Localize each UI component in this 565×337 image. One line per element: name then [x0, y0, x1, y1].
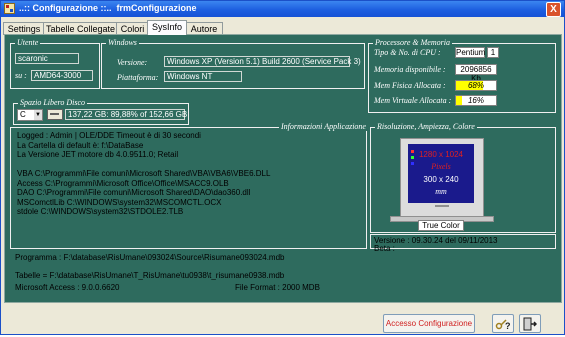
disk-info-field: 137,22 GB: 89,88% of 152,66 GB	[65, 109, 187, 120]
programma-path: Programma : F:\database\RisUmane\093024\…	[15, 253, 285, 262]
phys-mem-bar: 68%	[455, 80, 497, 91]
windows-group-label: Windows	[106, 38, 139, 47]
app-info-line: MSComctlLib C:\WINDOWS\system32\MSCOMCTL…	[17, 197, 222, 207]
virt-mem-value: 16%	[467, 96, 484, 105]
platform-field: Windows NT	[164, 71, 242, 82]
memory-label: Memoria disponibile :	[374, 65, 446, 74]
accesso-configurazione-button[interactable]: Accesso Configurazione	[383, 314, 475, 333]
risoluzione-group: Risoluzione, Ampiezza, Colore 1280 x 102…	[370, 122, 556, 233]
processore-group: Processore & Memoria Tipo & No. di CPU :…	[368, 38, 556, 113]
window-title: ..:: Configurazione ::.. frmConfigurazio…	[19, 3, 197, 13]
app-info-line: Access C:\Programmi\Microsoft Office\Off…	[17, 178, 229, 188]
virt-mem-bar: 16%	[455, 95, 497, 106]
close-button[interactable]: X	[546, 2, 561, 17]
cpu-label: Tipo & No. di CPU :	[374, 48, 441, 57]
cpu-type-field: Pentium	[455, 47, 486, 58]
app-info-text: Logged : Admin | OLE/DDE Timeout è di 30…	[17, 131, 270, 217]
key-help-icon: ?	[495, 319, 511, 331]
key-help-button[interactable]: ?	[492, 314, 514, 333]
drive-value: C	[20, 110, 26, 119]
app-info-line: La Versione JET motore db 4.0.9511.0; Re…	[17, 150, 179, 159]
tab-sysinfo[interactable]: SysInfo	[147, 20, 187, 35]
drive-select[interactable]: C ▼	[17, 109, 43, 121]
risoluzione-group-label: Risoluzione, Ampiezza, Colore	[375, 122, 477, 131]
sysinfo-panel: Utente scaronic su : AMD64-3000 Windows …	[4, 34, 562, 303]
disco-group-label: Spazio Libero Disco	[18, 98, 88, 107]
virt-mem-fill	[456, 96, 463, 105]
app-info-line: DAO C:\Programmi\File comuni\Microsoft S…	[17, 188, 251, 197]
mm-label: mm	[435, 187, 447, 196]
su-label: su :	[15, 71, 27, 80]
configuration-window: ..:: Configurazione ::.. frmConfigurazio…	[0, 0, 565, 335]
led-icon	[411, 150, 414, 153]
led-icon	[411, 156, 414, 159]
size-value: 300 x 240	[423, 175, 459, 184]
app-info-group: Informazioni Applicazione Logged : Admin…	[10, 122, 368, 249]
svg-text:?: ?	[505, 321, 511, 331]
monitor-screen: 1280 x 1024 Pixels 300 x 240 mm	[408, 144, 474, 203]
platform-label: Piattaforma:	[117, 73, 159, 82]
machine-field: AMD64-3000	[31, 70, 93, 81]
tabelle-path: Tabelle = F:\database\RisUmane\T_RisUman…	[15, 271, 285, 280]
windows-version-field: Windows XP (Version 5.1) Build 2600 (Ser…	[164, 56, 361, 67]
cpu-count-field: 1	[487, 47, 499, 58]
resolution-value: 1280 x 1024	[418, 150, 464, 159]
disco-group: Spazio Libero Disco C ▼ 137,22 GB: 89,88…	[13, 98, 189, 125]
windows-group: Windows Versione: Windows XP (Version 5.…	[101, 38, 365, 89]
pixels-label: Pixels	[431, 162, 451, 171]
virt-mem-label: Mem Virtuale Allocata :	[374, 96, 452, 105]
beta-text: Beta :	[374, 244, 395, 253]
app-info-group-label: Informazioni Applicazione	[279, 122, 368, 131]
phys-mem-value: 68%	[467, 81, 484, 90]
led-icon	[411, 162, 414, 165]
chevron-down-icon[interactable]: ▼	[34, 110, 42, 120]
user-field: scaronic	[15, 53, 79, 64]
exit-door-icon	[523, 317, 538, 331]
processore-group-label: Processore & Memoria	[373, 38, 452, 47]
app-icon	[4, 3, 15, 14]
access-version: Microsoft Access : 9.0.0.6620	[15, 283, 120, 292]
version-label: Versione:	[117, 58, 148, 67]
memory-field: 2096856 Kb	[455, 64, 497, 83]
disk-drive-icon[interactable]	[47, 109, 63, 120]
monitor-button	[435, 205, 449, 207]
exit-button[interactable]	[519, 314, 541, 333]
app-info-line: VBA C:\Programmi\File comuni\Microsoft S…	[17, 169, 271, 178]
monitor-icon: 1280 x 1024 Pixels 300 x 240 mm	[400, 138, 484, 218]
file-format: File Format : 2000 MDB	[235, 283, 320, 292]
utente-group: Utente scaronic su : AMD64-3000	[10, 38, 100, 89]
color-depth-field: True Color	[418, 220, 464, 231]
app-info-line: stdole C:\WINDOWS\system32\STDOLE2.TLB	[17, 207, 184, 216]
version-box: Versione : 09.30.24 del 09/11/2013 Beta …	[370, 234, 556, 253]
disk-slot	[50, 113, 59, 115]
app-info-line: Logged : Admin | OLE/DDE Timeout è di 30…	[17, 131, 201, 140]
app-info-line	[17, 160, 270, 170]
title-bar: ..:: Configurazione ::.. frmConfigurazio…	[1, 1, 564, 17]
phys-mem-label: Mem Fisica Allocata :	[374, 81, 446, 90]
app-info-line: La Cartella di default è: f:\DataBase	[17, 140, 144, 150]
utente-group-label: Utente	[15, 38, 41, 47]
